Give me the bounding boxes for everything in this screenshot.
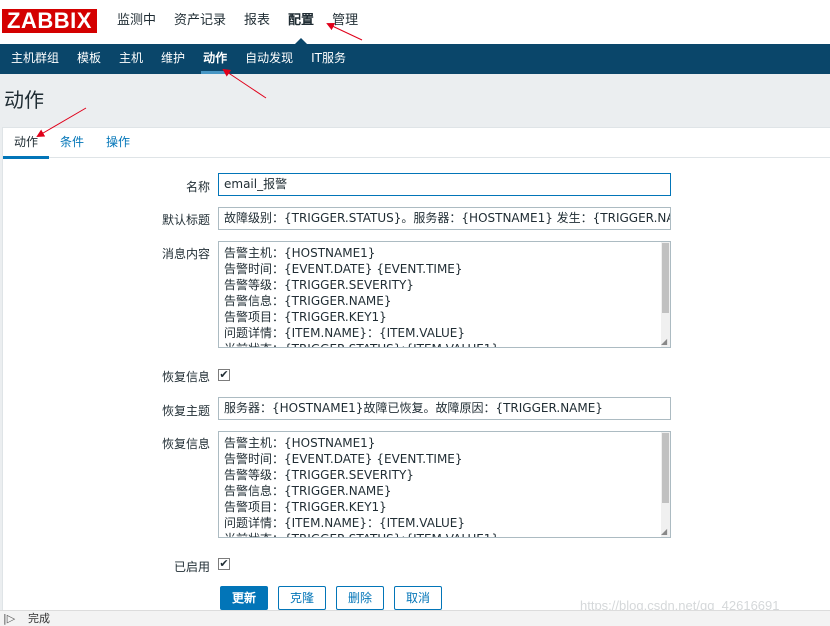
- recovery-message-text: 告警主机：{HOSTNAME1} 告警时间：{EVENT.DATE} {EVENT…: [219, 432, 670, 537]
- clone-button[interactable]: 克隆: [278, 586, 326, 610]
- main-nav: 监测中 资产记录 报表 配置 管理: [108, 0, 367, 44]
- recovery-message-line: 告警等级：{TRIGGER.SEVERITY}: [224, 468, 414, 482]
- recovery-info-label: 恢复信息: [161, 370, 210, 384]
- recovery-message-line: 告警信息：{TRIGGER.NAME}: [224, 484, 392, 498]
- page-title: 动作: [4, 88, 44, 112]
- recovery-message-line: 告警主机：{HOSTNAME1}: [224, 436, 376, 450]
- main-nav-inventory[interactable]: 资产记录: [165, 0, 235, 44]
- name-input[interactable]: email_报警: [218, 173, 671, 196]
- delete-button[interactable]: 删除: [336, 586, 384, 610]
- tab-action[interactable]: 动作: [3, 128, 50, 159]
- recovery-info-checkbox[interactable]: ✔: [218, 369, 230, 381]
- recovery-message-line: 告警时间：{EVENT.DATE} {EVENT.TIME}: [224, 452, 463, 466]
- message-line: 告警主机：{HOSTNAME1}: [224, 246, 376, 260]
- message-line: 告警项目：{TRIGGER.KEY1}: [224, 310, 387, 324]
- zabbix-logo[interactable]: ZABBIX: [2, 9, 97, 33]
- recovery-message-scrollbar[interactable]: [661, 432, 670, 537]
- top-header: ZABBIX 监测中 资产记录 报表 配置 管理: [0, 0, 830, 44]
- status-text: 完成: [28, 612, 50, 625]
- checkmark-icon: ✔: [219, 557, 229, 570]
- sub-nav-templates[interactable]: 模板: [68, 44, 110, 74]
- message-scrollbar[interactable]: [661, 242, 670, 347]
- annotation-arrow-actions: [222, 68, 267, 99]
- message-line: 告警信息：{TRIGGER.NAME}: [224, 294, 392, 308]
- default-subject-input[interactable]: 故障级别：{TRIGGER.STATUS}。服务器：{HOSTNAME1} 发生…: [218, 207, 671, 230]
- resize-grip-icon[interactable]: ◢: [661, 338, 669, 346]
- sub-nav-maintenance[interactable]: 维护: [152, 44, 194, 74]
- enabled-checkbox[interactable]: ✔: [218, 558, 230, 570]
- browser-status-bar: |▷ 完成: [0, 610, 830, 626]
- checkmark-icon: ✔: [219, 368, 229, 381]
- main-nav-administration[interactable]: 管理: [323, 0, 367, 44]
- message-line: 告警等级：{TRIGGER.SEVERITY}: [224, 278, 414, 292]
- sub-nav: 主机群组 模板 主机 维护 动作 自动发现 IT服务: [0, 44, 830, 74]
- message-label: 消息内容: [161, 247, 210, 261]
- tab-operations[interactable]: 操作: [95, 128, 141, 158]
- recovery-message-line: 当前状态：{TRIGGER.STATUS}:{ITEM.VALUE1}: [224, 531, 670, 537]
- main-nav-configuration[interactable]: 配置: [279, 0, 323, 44]
- message-line: 告警时间：{EVENT.DATE} {EVENT.TIME}: [224, 262, 463, 276]
- name-label: 名称: [185, 180, 210, 194]
- default-subject-label: 默认标题: [161, 213, 210, 227]
- cancel-button[interactable]: 取消: [394, 586, 442, 610]
- recovery-subject-label: 恢复主题: [161, 404, 210, 418]
- message-line: 当前状态：{TRIGGER.STATUS}:{ITEM.VALUE1}: [224, 341, 670, 347]
- form-tabs: 动作 条件 操作: [3, 128, 830, 159]
- recovery-message-label: 恢复信息: [161, 437, 210, 451]
- recovery-subject-input[interactable]: 服务器：{HOSTNAME1}故障已恢复。故障原因：{TRIGGER.NAME}: [218, 397, 671, 420]
- main-nav-monitoring[interactable]: 监测中: [108, 0, 165, 44]
- sub-nav-hosts[interactable]: 主机: [110, 44, 152, 74]
- recovery-message-line: 问题详情：{ITEM.NAME}：{ITEM.VALUE}: [224, 516, 466, 530]
- main-nav-reports[interactable]: 报表: [235, 0, 279, 44]
- resize-grip-icon[interactable]: ◢: [661, 528, 669, 536]
- enabled-label: 已启用: [173, 560, 210, 574]
- sub-nav-actions[interactable]: 动作: [194, 44, 236, 74]
- page-status-icon: |▷: [3, 612, 16, 625]
- sub-nav-discovery[interactable]: 自动发现: [236, 44, 302, 74]
- sub-nav-host-groups[interactable]: 主机群组: [2, 44, 68, 74]
- message-textarea[interactable]: 告警主机：{HOSTNAME1} 告警时间：{EVENT.DATE} {EVENT…: [218, 241, 671, 348]
- sub-nav-it-services[interactable]: IT服务: [302, 44, 355, 74]
- update-button[interactable]: 更新: [220, 586, 268, 610]
- message-line: 问题详情：{ITEM.NAME}：{ITEM.VALUE}: [224, 326, 466, 340]
- message-text: 告警主机：{HOSTNAME1} 告警时间：{EVENT.DATE} {EVENT…: [219, 242, 670, 347]
- recovery-message-textarea[interactable]: 告警主机：{HOSTNAME1} 告警时间：{EVENT.DATE} {EVENT…: [218, 431, 671, 538]
- tab-conditions[interactable]: 条件: [49, 128, 95, 158]
- recovery-message-line: 告警项目：{TRIGGER.KEY1}: [224, 500, 387, 514]
